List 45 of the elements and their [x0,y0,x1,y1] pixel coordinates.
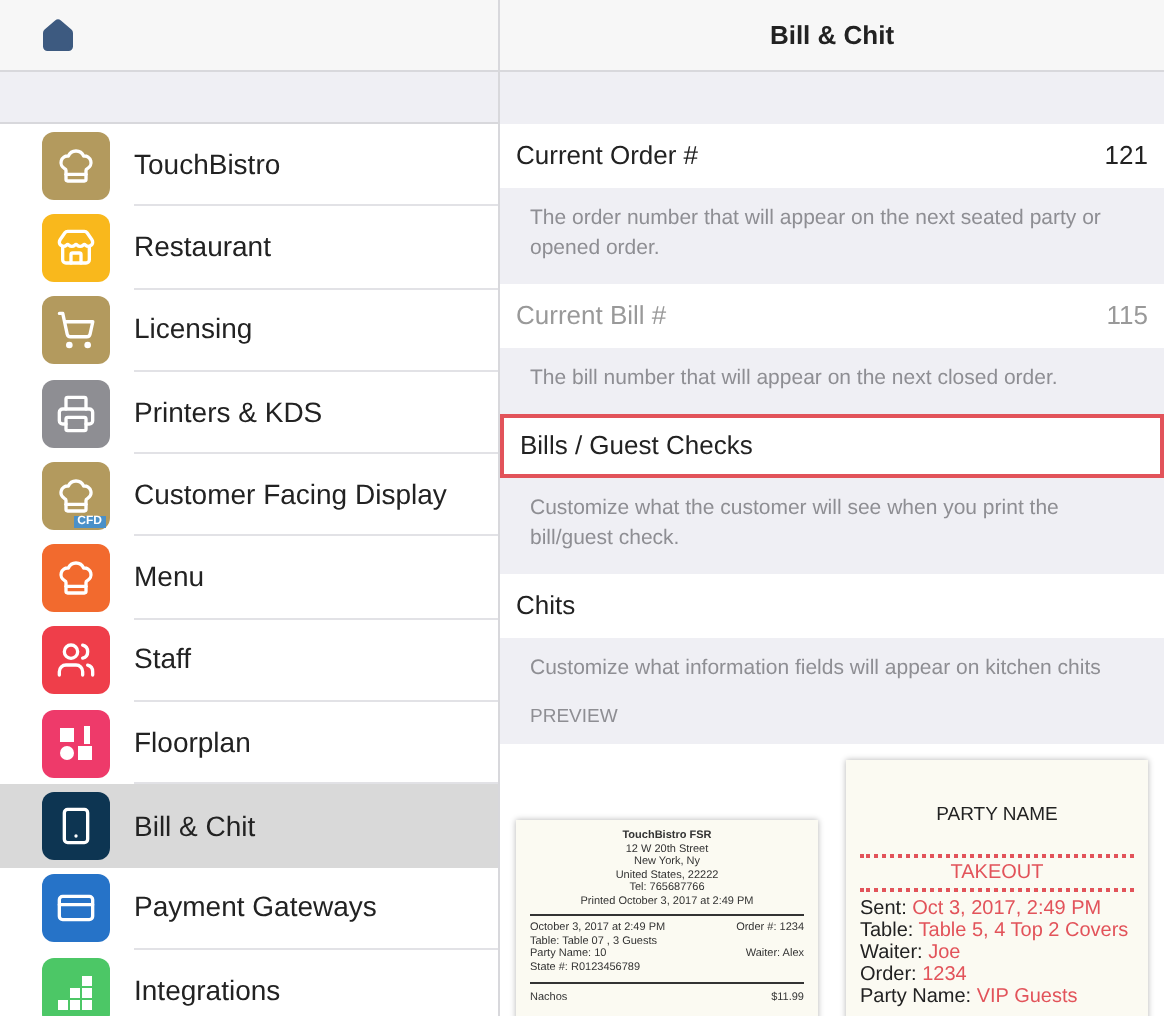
chit-field: Party Name: VIP Guests [860,986,1134,1009]
chef-hat-icon [56,145,96,186]
sidebar-item[interactable]: Bill & Chit [0,784,498,868]
sidebar-label: Restaurant [134,227,271,266]
store-icon [56,227,96,268]
setting-description: The bill number that will appear on the next closed order. [530,364,1060,394]
sidebar-label: Floorplan [134,723,251,762]
chit-field: Waiter: Joe [860,942,1134,965]
sidebar-item[interactable]: Payment Gateways [0,867,498,950]
setting-description: Customize what information fields will appear on kitchen chits [530,654,1103,684]
page-title: Bill & Chit [769,17,895,54]
setting-label: Current Bill # [516,298,667,335]
setting-description: The order number that will appear on the next seated party or opened order. [530,204,1103,264]
setting-description: Customize what the customer will see when you print the bill/guest check. [530,494,1061,554]
sidebar-label: Staff [134,640,192,679]
setting-value: 115 [1106,298,1148,335]
chit-field: Sent: Oct 3, 2017, 2:49 PM [860,898,1134,921]
setting-label: Bills / Guest Checks [520,428,753,465]
chit-field: Order: 1234 [860,964,1134,987]
sidebar-label: Menu [134,558,205,597]
blocks-icon [56,971,96,1012]
sidebar-label: Printers & KDS [134,393,323,432]
settings-row[interactable]: Bills / Guest Checks [500,414,1164,478]
home-icon[interactable] [40,17,76,53]
chit-field: Table: Table 5, 4 Top 2 Covers [860,920,1134,943]
sidebar-label: Licensing [134,310,253,349]
sidebar-label: Payment Gateways [134,888,377,927]
sidebar-label: Customer Facing Display [134,475,447,514]
chit-title: PARTY NAME [936,804,1058,827]
order-type: TAKEOUT [950,862,1044,885]
shapes-icon [56,723,96,764]
printer-icon [56,393,96,434]
sidebar-label: TouchBistro [134,145,281,184]
chef-hat-icon [56,475,96,516]
settings-row[interactable]: Current Order # 121 [500,124,1164,188]
setting-value: 121 [1104,138,1148,175]
cart-icon [56,310,96,351]
people-icon [56,640,96,681]
sidebar-label: Bill & Chit [134,807,256,846]
setting-label: Chits [516,588,576,625]
chef-hat-icon [56,558,96,599]
sidebar-label: Integrations [134,971,281,1010]
preview-heading: PREVIEW [528,704,620,732]
settings-row[interactable]: Chits [500,574,1164,638]
setting-label: Current Order # [516,138,699,175]
